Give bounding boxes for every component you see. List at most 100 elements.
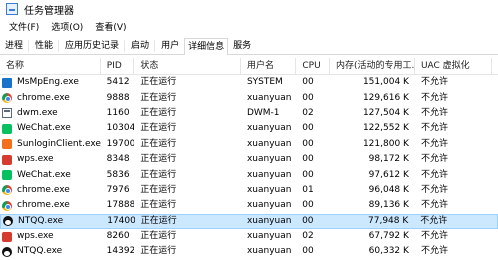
cell-uac: 不允许 bbox=[420, 138, 448, 149]
cell-name: chrome.exe bbox=[0, 91, 101, 106]
tab-performance[interactable]: 性能 bbox=[31, 37, 57, 54]
cell-name: WeChat.exe bbox=[0, 121, 101, 136]
cell-status: 正在运行 bbox=[140, 77, 177, 88]
process-name: WeChat.exe bbox=[17, 169, 71, 180]
cell-filler bbox=[492, 75, 498, 90]
cell-status: 正在运行 bbox=[140, 154, 177, 165]
table-row[interactable]: wps.exe 8348 正在运行 xuanyuan 00 98,172 K 不允许 bbox=[0, 152, 498, 167]
cell-memory: 151,004 K bbox=[362, 77, 409, 88]
column-header-uac[interactable]: UAC 虚拟化 bbox=[415, 58, 492, 74]
cell-username: xuanyuan bbox=[246, 138, 292, 149]
menu-view[interactable]: 查看(V) bbox=[92, 20, 129, 33]
window-title: 任务管理器 bbox=[24, 5, 74, 17]
qq-icon bbox=[2, 246, 12, 257]
cell-pid: 14392 bbox=[106, 246, 135, 257]
qq-icon bbox=[3, 216, 13, 227]
table-body: MsMpEng.exe 5412 正在运行 SYSTEM 00 151,004 K 不允许 c… bbox=[0, 75, 498, 260]
sunlogin-icon bbox=[2, 139, 12, 150]
table-row[interactable]: WeChat.exe 5836 正在运行 xuanyuan 00 97,612 K 不允许 bbox=[0, 167, 498, 182]
cell-memory: 122,552 K bbox=[362, 123, 409, 134]
cell-status: 正在运行 bbox=[140, 92, 177, 103]
cell-status: 正在运行 bbox=[140, 246, 177, 257]
msmp-icon bbox=[2, 77, 12, 88]
cell-name: NTQQ.exe bbox=[1, 214, 101, 229]
table-row[interactable]: chrome.exe 17888 正在运行 xuanyuan 00 89,136 K 不允许 bbox=[0, 198, 498, 213]
cell-pid: 5836 bbox=[106, 169, 130, 180]
cell-uac: 不允许 bbox=[420, 123, 448, 134]
table-row[interactable]: WeChat.exe 10304 正在运行 xuanyuan 00 122,552 K 不允… bbox=[0, 121, 498, 136]
table-row[interactable]: NTQQ.exe 14392 正在运行 xuanyuan 00 60,332 K 不允许 bbox=[0, 244, 498, 259]
cell-status: 正在运行 bbox=[140, 215, 177, 226]
wechat-icon bbox=[2, 123, 12, 134]
tab-users[interactable]: 用户 bbox=[157, 37, 183, 54]
table-header: 名称 PID 状态 用户名 CPU 内存(活动的专用工... UAC 虚拟化 bbox=[0, 58, 498, 75]
cell-filler bbox=[492, 91, 498, 106]
cell-filler bbox=[492, 152, 498, 167]
menu-options[interactable]: 选项(O) bbox=[48, 20, 86, 33]
tab-app-history[interactable]: 应用历史记录 bbox=[61, 37, 123, 54]
cell-username: DWM-1 bbox=[246, 107, 280, 118]
cell-memory: 77,948 K bbox=[368, 215, 409, 226]
cell-uac: 不允许 bbox=[420, 154, 448, 165]
column-header-cpu[interactable]: CPU bbox=[296, 58, 331, 74]
tab-startup[interactable]: 启动 bbox=[127, 37, 153, 54]
tab-details[interactable]: 详细信息 bbox=[184, 38, 229, 55]
cell-status: 正在运行 bbox=[140, 184, 177, 195]
cell-uac: 不允许 bbox=[420, 107, 448, 118]
cell-filler bbox=[491, 214, 497, 229]
cell-name: NTQQ.exe bbox=[0, 244, 101, 259]
cell-uac: 不允许 bbox=[420, 184, 448, 195]
cell-cpu: 00 bbox=[302, 200, 314, 211]
tab-processes[interactable]: 进程 bbox=[1, 37, 27, 54]
process-name: MsMpEng.exe bbox=[17, 77, 79, 88]
column-header-name[interactable]: 名称 bbox=[0, 58, 101, 74]
menu-file[interactable]: 文件(F) bbox=[6, 20, 42, 33]
tab-services[interactable]: 服务 bbox=[229, 37, 255, 54]
process-name: wps.exe bbox=[17, 154, 54, 165]
column-header-pid[interactable]: PID bbox=[101, 58, 135, 74]
details-table: 名称 PID 状态 用户名 CPU 内存(活动的专用工... UAC 虚拟化 M… bbox=[0, 58, 498, 260]
cell-username: SYSTEM bbox=[246, 77, 283, 88]
cell-username: xuanyuan bbox=[246, 169, 292, 180]
cell-uac: 不允许 bbox=[420, 92, 448, 103]
table-row[interactable]: SunloginClient.exe 19700 正在运行 xuanyuan 00 121… bbox=[0, 137, 498, 152]
table-row[interactable]: chrome.exe 7976 正在运行 xuanyuan 01 96,048 K 不允许 bbox=[0, 183, 498, 198]
cell-memory: 121,800 K bbox=[362, 138, 409, 149]
column-header-memory[interactable]: 内存(活动的专用工... bbox=[330, 58, 415, 74]
cell-filler bbox=[492, 121, 498, 136]
cell-filler bbox=[492, 229, 498, 244]
cell-cpu: 02 bbox=[302, 231, 314, 242]
cell-pid: 1160 bbox=[106, 107, 130, 118]
cell-name: MsMpEng.exe bbox=[0, 75, 101, 90]
cell-memory: 98,172 K bbox=[368, 154, 409, 165]
cell-cpu: 00 bbox=[302, 154, 314, 165]
process-name: WeChat.exe bbox=[17, 123, 71, 134]
process-name: NTQQ.exe bbox=[18, 215, 64, 226]
cell-uac: 不允许 bbox=[420, 200, 448, 211]
cell-pid: 7976 bbox=[106, 184, 130, 195]
wps-icon bbox=[2, 154, 12, 165]
column-header-username[interactable]: 用户名 bbox=[241, 58, 297, 74]
process-name: wps.exe bbox=[17, 231, 54, 242]
cell-status: 正在运行 bbox=[140, 138, 177, 149]
table-row[interactable]: NTQQ.exe 17400 正在运行 xuanyuan 00 77,948 K 不允许 bbox=[0, 213, 498, 229]
column-header-status[interactable]: 状态 bbox=[134, 58, 242, 74]
cell-cpu: 00 bbox=[302, 123, 314, 134]
cell-name: chrome.exe bbox=[0, 183, 101, 198]
cell-name: WeChat.exe bbox=[0, 168, 101, 183]
table-row[interactable]: chrome.exe 9888 正在运行 xuanyuan 00 129,616 K 不允许 bbox=[0, 90, 498, 105]
cell-memory: 67,792 K bbox=[368, 231, 409, 242]
table-row[interactable]: dwm.exe 1160 正在运行 DWM-1 02 127,504 K 不允许 bbox=[0, 106, 498, 121]
tab-divider bbox=[124, 40, 126, 52]
cell-pid: 17400 bbox=[107, 215, 135, 226]
tab-divider bbox=[58, 40, 60, 52]
table-row[interactable]: MsMpEng.exe 5412 正在运行 SYSTEM 00 151,004 K 不允许 bbox=[0, 75, 498, 90]
cell-cpu: 00 bbox=[302, 169, 314, 180]
tab-divider bbox=[154, 40, 156, 52]
cell-pid: 5412 bbox=[106, 77, 130, 88]
cell-filler bbox=[492, 168, 498, 183]
cell-cpu: 00 bbox=[302, 77, 314, 88]
cell-username: xuanyuan bbox=[246, 154, 292, 165]
cell-username: xuanyuan bbox=[246, 200, 292, 211]
table-row[interactable]: wps.exe 8260 正在运行 xuanyuan 02 67,792 K 不允许 bbox=[0, 229, 498, 244]
